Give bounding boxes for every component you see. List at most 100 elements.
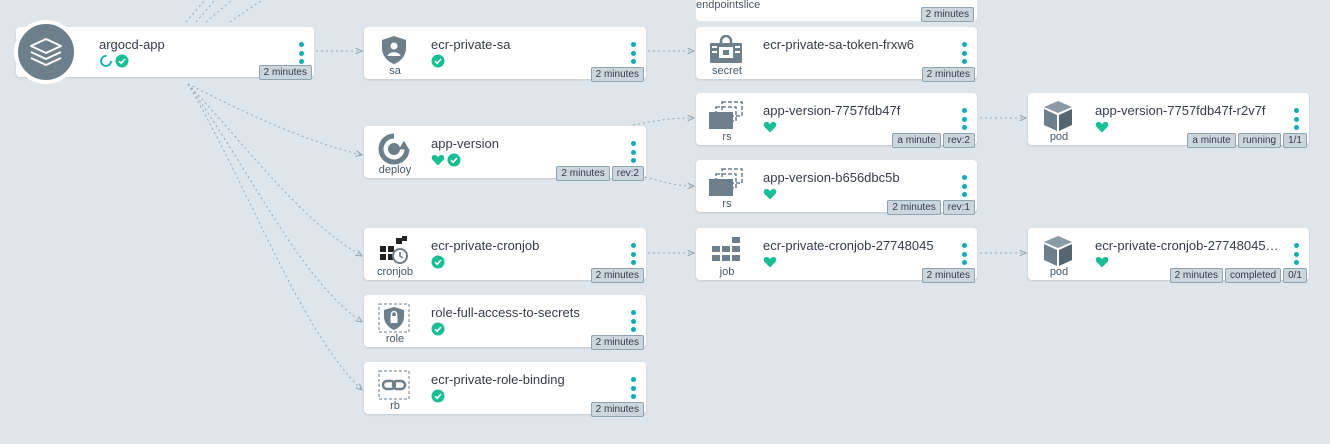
secret-node[interactable]: secret ecr-private-sa-token-frxw6 2 minute… bbox=[696, 27, 977, 82]
node-status bbox=[431, 153, 461, 167]
node-menu-button[interactable] bbox=[628, 243, 638, 265]
rolebinding-link-icon bbox=[374, 368, 414, 402]
node-status bbox=[431, 255, 445, 269]
node-status bbox=[1095, 255, 1109, 269]
node-tags: 2 minutes bbox=[590, 268, 644, 283]
node-menu-button[interactable] bbox=[959, 243, 969, 265]
node-tags: 2 minutes bbox=[590, 335, 644, 350]
node-tags: 2 minutes bbox=[590, 67, 644, 82]
node-tag: 2 minutes bbox=[590, 268, 644, 283]
node-tag: rev:2 bbox=[942, 133, 975, 148]
rs-node[interactable]: rs app-version-b656dbc5b 2 minutes rev:1 bbox=[696, 160, 977, 215]
node-tag: 2 minutes bbox=[590, 67, 644, 82]
node-tags: 2 minutes bbox=[590, 402, 644, 417]
node-tags: 2 minutes bbox=[921, 67, 975, 82]
node-menu-button[interactable] bbox=[628, 310, 638, 332]
deploy-node[interactable]: deploy app-version 2 minutes rev:2 bbox=[364, 126, 646, 181]
node-tags: 2 minutes rev:1 bbox=[887, 200, 975, 215]
node-tag: 2 minutes bbox=[887, 200, 941, 215]
node-name: app-version-b656dbc5b bbox=[763, 170, 900, 185]
node-tags: a minute running 1/1 bbox=[1187, 133, 1307, 148]
pod-node[interactable]: pod app-version-7757fdb47f-r2v7f a minute r… bbox=[1028, 93, 1309, 148]
node-kind-label: pod bbox=[1049, 131, 1069, 143]
job-node[interactable]: job ecr-private-cronjob-27748045 2 minutes bbox=[696, 228, 977, 283]
pod-cube-icon bbox=[1038, 234, 1078, 268]
healthy-heart-icon bbox=[763, 122, 777, 133]
node-kind-label: rs bbox=[722, 131, 732, 143]
node-tag: completed bbox=[1224, 268, 1282, 283]
node-status bbox=[431, 322, 445, 336]
node-menu-button[interactable] bbox=[628, 42, 638, 64]
node-status bbox=[1095, 120, 1109, 134]
node-kind-label: secret bbox=[712, 65, 742, 77]
replicaset-icon bbox=[706, 166, 746, 200]
node-tag: 2 minutes bbox=[556, 166, 610, 181]
application-icon bbox=[14, 20, 78, 84]
node-tag: a minute bbox=[1187, 133, 1236, 148]
synced-check-icon bbox=[115, 54, 129, 68]
node-tag: rev:2 bbox=[611, 166, 644, 181]
node-kind-label: endpointslice bbox=[696, 0, 761, 11]
healthy-heart-icon bbox=[1095, 122, 1109, 133]
shield-user-icon bbox=[374, 33, 414, 67]
job-grid-icon bbox=[706, 234, 746, 268]
node-name: ecr-private-role-binding bbox=[431, 372, 565, 387]
role-node[interactable]: role role-full-access-to-secrets 2 minutes bbox=[364, 295, 646, 350]
node-tag: a minute bbox=[892, 133, 941, 148]
node-menu-button[interactable] bbox=[1291, 108, 1301, 130]
node-menu-button[interactable] bbox=[1291, 243, 1301, 265]
node-kind-label: rb bbox=[390, 400, 400, 412]
node-kind-label: sa bbox=[389, 65, 401, 77]
node-name: ecr-private-cronjob-27748045 bbox=[763, 238, 934, 253]
node-tag: running bbox=[1237, 133, 1282, 148]
node-tag: 1/1 bbox=[1283, 133, 1307, 148]
node-kind-label: cronjob bbox=[376, 266, 414, 278]
node-name: app-version-7757fdb47f-r2v7f bbox=[1095, 103, 1266, 118]
synced-check-icon bbox=[431, 322, 445, 336]
synced-check-icon bbox=[431, 255, 445, 269]
node-tags: a minute rev:2 bbox=[892, 133, 975, 148]
node-tags: 2 minutes completed 0/1 bbox=[1169, 268, 1307, 283]
sa-node[interactable]: sa ecr-private-sa 2 minutes bbox=[364, 27, 646, 82]
pod-node[interactable]: pod ecr-private-cronjob-27748045… 2 minute… bbox=[1028, 228, 1309, 283]
node-menu-button[interactable] bbox=[628, 141, 638, 163]
node-tag: rev:1 bbox=[942, 200, 975, 215]
replicaset-icon bbox=[706, 99, 746, 133]
age-tag: 2 minutes bbox=[258, 65, 312, 80]
node-tag: 2 minutes bbox=[921, 268, 975, 283]
node-kind-label: role bbox=[385, 333, 405, 345]
cronjob-node[interactable]: cronjob ecr-private-cronjob 2 minutes bbox=[364, 228, 646, 283]
sync-progress-icon bbox=[100, 55, 112, 67]
node-tag: 2 minutes bbox=[590, 402, 644, 417]
node-tags: 2 minutes bbox=[921, 268, 975, 283]
node-status bbox=[763, 187, 777, 201]
age-tag: 2 minutes bbox=[920, 7, 974, 22]
node-menu-button[interactable] bbox=[296, 42, 306, 64]
synced-check-icon bbox=[431, 54, 445, 68]
node-menu-button[interactable] bbox=[959, 175, 969, 197]
node-kind-label: deploy bbox=[378, 164, 412, 176]
endpointslice-node-fragment[interactable]: endpointslice 2 minutes bbox=[696, 0, 977, 22]
node-tag: 2 minutes bbox=[590, 335, 644, 350]
rb-node[interactable]: rb ecr-private-role-binding 2 minutes bbox=[364, 362, 646, 417]
node-name: argocd-app bbox=[99, 37, 165, 52]
node-menu-button[interactable] bbox=[959, 108, 969, 130]
application-node[interactable]: argocd-app 2 minutes bbox=[14, 20, 314, 84]
healthy-heart-icon bbox=[763, 257, 777, 268]
node-name: role-full-access-to-secrets bbox=[431, 305, 580, 320]
healthy-heart-icon bbox=[763, 189, 777, 200]
node-kind-label: job bbox=[719, 266, 735, 278]
rs-node[interactable]: rs app-version-7757fdb47f a minute rev:2 bbox=[696, 93, 977, 148]
node-status bbox=[763, 255, 777, 269]
node-tag: 2 minutes bbox=[1169, 268, 1223, 283]
node-name: ecr-private-sa-token-frxw6 bbox=[763, 37, 914, 52]
node-kind-label: pod bbox=[1049, 266, 1069, 278]
node-status bbox=[431, 389, 445, 403]
cronjob-clock-icon bbox=[374, 234, 414, 268]
deployment-refresh-icon bbox=[374, 132, 414, 166]
synced-check-icon bbox=[431, 389, 445, 403]
healthy-heart-icon bbox=[431, 155, 445, 166]
node-menu-button[interactable] bbox=[628, 377, 638, 399]
healthy-heart-icon bbox=[1095, 257, 1109, 268]
node-menu-button[interactable] bbox=[959, 42, 969, 64]
